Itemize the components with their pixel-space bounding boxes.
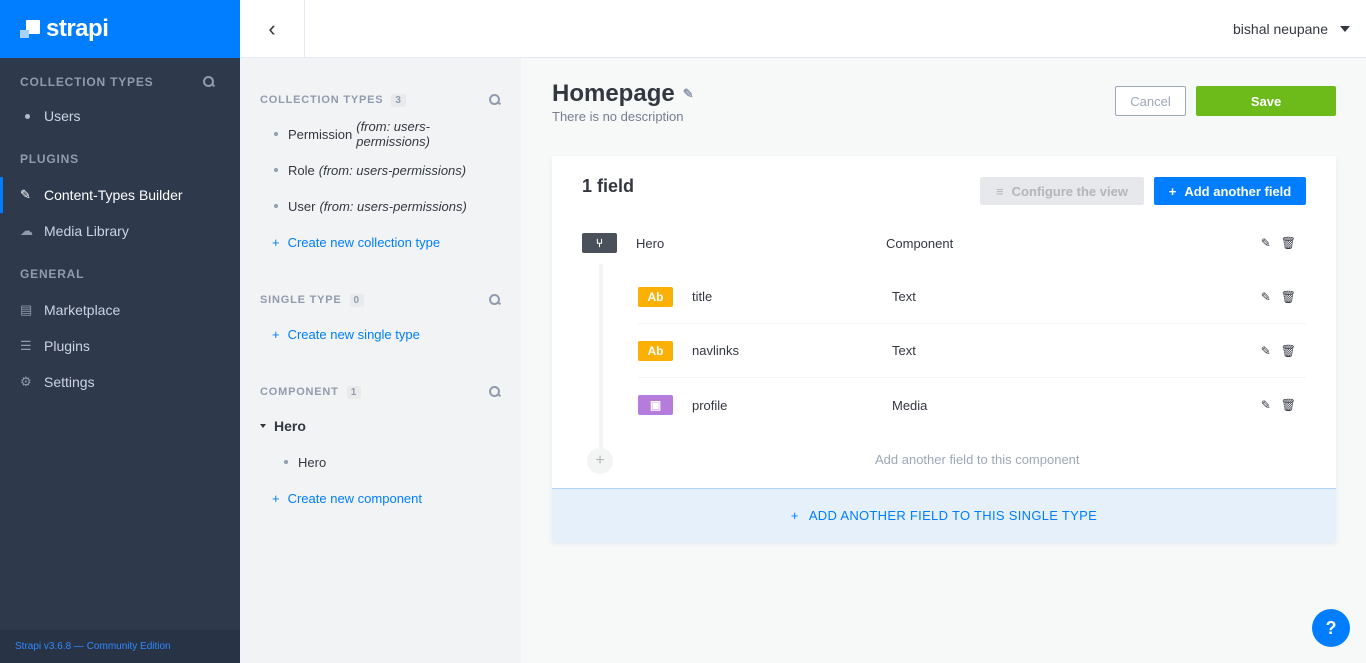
count-badge: 3 [391, 93, 406, 107]
top-header: ‹ bishal neupane [240, 0, 1366, 58]
bullet-icon [274, 204, 278, 208]
nav-item-media-library[interactable]: ☁ Media Library [20, 213, 240, 249]
cancel-button[interactable]: Cancel [1115, 86, 1186, 116]
media-type-icon: ▣ [638, 395, 673, 415]
plus-icon: + [272, 326, 280, 342]
subnav-component: COMPONENT 1 Hero Hero + Create new compo… [260, 382, 501, 516]
search-icon[interactable] [489, 386, 501, 398]
count-badge: 1 [346, 385, 362, 399]
pencil-icon[interactable]: ✎ [1261, 290, 1271, 304]
help-button[interactable]: ? [1312, 609, 1350, 647]
strapi-logo-icon [20, 20, 40, 38]
fields-card: 1 field ≡ Configure the view + Add anoth… [552, 156, 1336, 542]
caret-down-icon [1340, 26, 1350, 32]
nav-section-plugins: PLUGINS ✎ Content-Types Builder ☁ Media … [0, 152, 240, 249]
nav-section-title: PLUGINS [20, 152, 79, 166]
text-type-icon: Ab [638, 286, 673, 307]
subnav-item-role[interactable]: Role (from: users-permissions) [260, 152, 501, 188]
create-component-link[interactable]: + Create new component [260, 480, 501, 516]
subnav-section-title: SINGLE TYPE 0 [260, 290, 501, 310]
plus-icon: + [272, 490, 280, 506]
cloud-upload-icon: ☁ [20, 223, 33, 238]
version-footer[interactable]: Strapi v3.6.8 — Community Edition [0, 630, 240, 663]
component-group-hero[interactable]: Hero [260, 408, 501, 444]
nav-section-collection-types: COLLECTION TYPES Users [0, 75, 240, 134]
paintbrush-icon: ✎ [20, 187, 31, 202]
nav-section-title: GENERAL [20, 267, 85, 281]
subnav-collection-types: COLLECTION TYPES 3 Permission (from: use… [260, 90, 501, 260]
chevron-left-icon: ‹ [268, 16, 276, 41]
user-name: bishal neupane [1233, 21, 1328, 37]
list-icon: ☰ [20, 338, 32, 353]
subnav-section-title: COMPONENT 1 [260, 382, 501, 402]
search-icon[interactable] [489, 94, 501, 106]
bullet-icon [25, 113, 30, 119]
search-icon[interactable] [489, 294, 501, 306]
search-icon[interactable] [203, 76, 215, 88]
nav-section-general: GENERAL ▤ Marketplace ☰ Plugins ⚙ Settin… [0, 267, 240, 400]
bullet-icon [274, 168, 278, 172]
field-row-hero[interactable]: ⑂ Hero Component ✎ 🗑 [582, 216, 1306, 270]
add-field-to-single-type-button[interactable]: + ADD ANOTHER FIELD TO THIS SINGLE TYPE [552, 488, 1336, 542]
subnav-item-user[interactable]: User (from: users-permissions) [260, 188, 501, 224]
caret-down-icon [260, 424, 266, 428]
nav-item-users[interactable]: Users [20, 98, 240, 134]
main-content: Homepage ✎ There is no description Cance… [521, 58, 1366, 663]
page-description: There is no description [552, 109, 684, 124]
row-actions: ✎ 🗑 [1261, 398, 1296, 412]
cog-icon: ⚙ [20, 374, 32, 389]
nav-section-title: COLLECTION TYPES [20, 75, 240, 89]
pencil-icon[interactable]: ✎ [1261, 236, 1271, 250]
text-type-icon: Ab [638, 340, 673, 361]
subnav-item-permission[interactable]: Permission (from: users-permissions) [260, 116, 501, 152]
plus-icon: + [790, 508, 799, 523]
add-component-field-icon[interactable]: + [587, 448, 613, 474]
add-component-field-link[interactable]: Add another field to this component [875, 452, 1080, 467]
configure-view-button[interactable]: ≡ Configure the view [980, 177, 1144, 205]
trash-icon[interactable]: 🗑 [1281, 344, 1296, 358]
content-types-subnav: COLLECTION TYPES 3 Permission (from: use… [240, 58, 521, 663]
add-another-field-button[interactable]: + Add another field [1154, 177, 1306, 205]
trash-icon[interactable]: 🗑 [1281, 290, 1296, 304]
user-menu[interactable]: bishal neupane [1233, 0, 1350, 58]
trash-icon[interactable]: 🗑 [1281, 236, 1296, 250]
create-collection-type-link[interactable]: + Create new collection type [260, 224, 501, 260]
shopping-basket-icon: ▤ [20, 302, 33, 317]
row-actions: ✎ 🗑 [1261, 344, 1296, 358]
strapi-logo: strapi [20, 15, 109, 43]
count-badge: 0 [349, 293, 364, 307]
brand-name: strapi [46, 15, 109, 42]
subnav-section-title: COLLECTION TYPES 3 [260, 90, 501, 110]
field-count-title: 1 field [582, 176, 635, 196]
back-button[interactable]: ‹ [240, 0, 305, 58]
sliders-icon: ≡ [996, 183, 1004, 199]
row-actions: ✎ 🗑 [1261, 236, 1296, 250]
bullet-icon [284, 460, 288, 464]
component-icon: ⑂ [582, 233, 617, 253]
pencil-icon[interactable]: ✎ [683, 86, 694, 102]
subnav-item-hero-component[interactable]: Hero [260, 444, 501, 480]
nav-item-plugins[interactable]: ☰ Plugins [20, 328, 240, 364]
plus-icon: + [1168, 183, 1177, 199]
row-actions: ✎ 🗑 [1261, 290, 1296, 304]
tree-line [599, 264, 603, 454]
nav-item-settings[interactable]: ⚙ Settings [20, 364, 240, 400]
page-title: Homepage ✎ [552, 80, 694, 107]
bullet-icon [274, 132, 278, 136]
save-button[interactable]: Save [1196, 86, 1336, 116]
pencil-icon[interactable]: ✎ [1261, 398, 1271, 412]
left-nav: strapi COLLECTION TYPES Users PLUGINS ✎ … [0, 0, 240, 663]
brand-header[interactable]: strapi [0, 0, 240, 58]
field-row-profile[interactable]: ▣ profile Media ✎ 🗑 [638, 378, 1306, 432]
nav-item-marketplace[interactable]: ▤ Marketplace [20, 292, 240, 328]
trash-icon[interactable]: 🗑 [1281, 398, 1296, 412]
field-row-title[interactable]: Ab title Text ✎ 🗑 [638, 270, 1306, 324]
create-single-type-link[interactable]: + Create new single type [260, 316, 501, 352]
pencil-icon[interactable]: ✎ [1261, 344, 1271, 358]
field-row-navlinks[interactable]: Ab navlinks Text ✎ 🗑 [638, 324, 1306, 378]
plus-icon: + [272, 234, 280, 250]
nav-item-content-types-builder[interactable]: ✎ Content-Types Builder [0, 177, 240, 213]
subnav-single-type: SINGLE TYPE 0 + Create new single type [260, 290, 501, 352]
